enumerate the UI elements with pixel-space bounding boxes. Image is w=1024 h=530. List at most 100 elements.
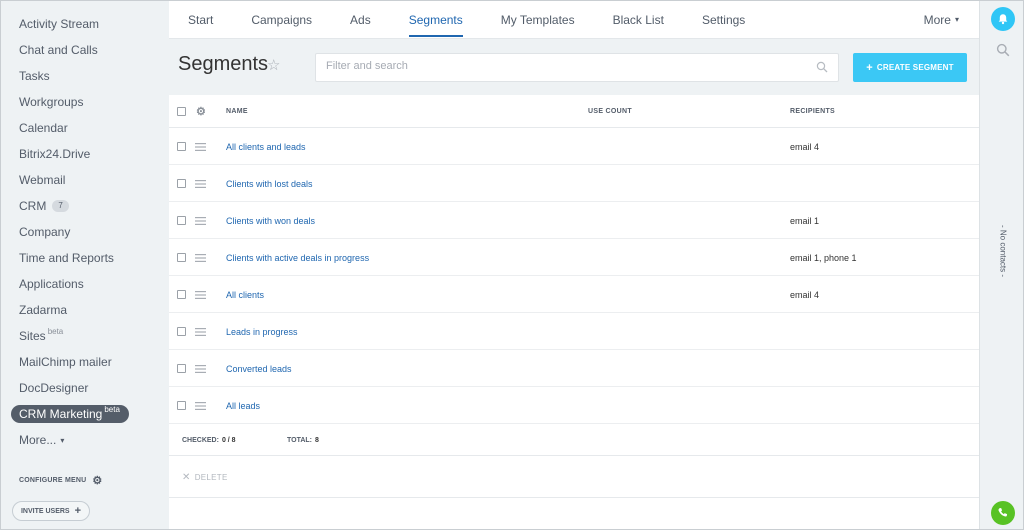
name-cell: All leads	[226, 387, 260, 424]
drag-handle-icon[interactable]	[195, 364, 206, 373]
gear-icon[interactable]: ⚙	[92, 474, 102, 487]
create-segment-label: CREATE SEGMENT	[876, 63, 954, 72]
row-checkbox[interactable]	[177, 179, 186, 188]
segment-name-link[interactable]: All clients	[226, 290, 264, 300]
row-select-cell	[177, 276, 186, 313]
star-icon[interactable]: ☆	[267, 56, 280, 74]
chevron-down-icon: ▾	[954, 15, 959, 24]
sidebar-item-company[interactable]: Company	[1, 219, 169, 245]
sidebar-item-applications[interactable]: Applications	[1, 271, 169, 297]
drag-handle-icon[interactable]	[195, 142, 206, 151]
delete-button[interactable]: ✕ DELETE	[182, 456, 228, 498]
drag-handle-icon[interactable]	[195, 253, 206, 262]
no-contacts-label: - No contacts -	[998, 224, 1008, 278]
tab-black-list[interactable]: Black List	[594, 1, 683, 39]
tab-more[interactable]: More ▾	[905, 1, 979, 39]
column-header-recipients[interactable]: RECIPIENTS	[790, 95, 835, 128]
grid-header: ⚙ NAME USE COUNT RECIPIENTS	[169, 95, 979, 128]
tab-ads[interactable]: Ads	[331, 1, 390, 39]
segment-name-link[interactable]: All leads	[226, 401, 260, 411]
tab-settings[interactable]: Settings	[683, 1, 764, 39]
drag-handle-icon[interactable]	[195, 179, 206, 188]
sidebar-item-crm-marketing[interactable]: CRM Marketing beta	[11, 405, 129, 423]
sidebar-more[interactable]: More... ▾	[1, 427, 169, 453]
name-cell: Clients with active deals in progress	[226, 239, 369, 276]
filter-search-box[interactable]	[315, 53, 839, 82]
page-title: Segments	[178, 53, 269, 75]
sidebar-item-docdesigner[interactable]: DocDesigner	[1, 375, 169, 401]
tab-my-templates[interactable]: My Templates	[482, 1, 594, 39]
column-header-use-count[interactable]: USE COUNT	[588, 95, 632, 128]
row-checkbox[interactable]	[177, 142, 186, 151]
segment-name-link[interactable]: Leads in progress	[226, 327, 298, 337]
group-actions: ✕ DELETE	[169, 456, 979, 498]
search-input[interactable]	[326, 60, 796, 72]
sidebar-item-sites[interactable]: Sites beta	[1, 323, 169, 349]
sidebar-menu: Activity Stream Chat and Calls Tasks Workgr…	[1, 1, 169, 453]
segment-name-link[interactable]: Clients with lost deals	[226, 179, 313, 189]
row-checkbox[interactable]	[177, 216, 186, 225]
gear-icon[interactable]: ⚙	[196, 95, 206, 128]
sidebar-item-bitrix24-drive[interactable]: Bitrix24.Drive	[1, 141, 169, 167]
recipients-cell: email 4	[790, 276, 819, 313]
phone-icon[interactable]	[991, 501, 1015, 525]
name-cell: Leads in progress	[226, 313, 298, 350]
invite-users-button[interactable]: INVITE USERS +	[12, 501, 90, 521]
drag-handle-icon[interactable]	[195, 327, 206, 336]
table-row: All clients email 4	[169, 276, 979, 313]
segment-name-link[interactable]: Converted leads	[226, 364, 292, 374]
row-menu-cell	[195, 165, 206, 202]
configure-menu[interactable]: CONFIGURE MENU ⚙	[19, 474, 102, 487]
grid-footer: CHECKED: 0 / 8 TOTAL: 8	[169, 424, 979, 456]
table-row: Leads in progress	[169, 313, 979, 350]
beta-badge: beta	[104, 404, 120, 414]
sidebar-item-mailchimp-mailer[interactable]: MailChimp mailer	[1, 349, 169, 375]
sidebar-item-zadarma[interactable]: Zadarma	[1, 297, 169, 323]
row-select-cell	[177, 128, 186, 165]
segment-name-link[interactable]: Clients with active deals in progress	[226, 253, 369, 263]
sidebar-item-label: Calendar	[19, 121, 68, 135]
right-rail: - No contacts -	[979, 1, 1023, 529]
segment-name-link[interactable]: All clients and leads	[226, 142, 306, 152]
select-all-checkbox[interactable]	[177, 107, 186, 116]
drag-handle-icon[interactable]	[195, 216, 206, 225]
create-segment-button[interactable]: + CREATE SEGMENT	[853, 53, 967, 82]
sidebar-item-workgroups[interactable]: Workgroups	[1, 89, 169, 115]
sidebar-item-label: CRM	[19, 199, 47, 213]
row-checkbox[interactable]	[177, 290, 186, 299]
tab-segments[interactable]: Segments	[390, 1, 482, 39]
search-icon[interactable]	[816, 61, 828, 73]
sidebar-item-tasks[interactable]: Tasks	[1, 63, 169, 89]
search-icon[interactable]	[996, 43, 1010, 57]
total-count: TOTAL: 8	[287, 424, 319, 456]
drag-handle-icon[interactable]	[195, 290, 206, 299]
column-header-name[interactable]: NAME	[226, 95, 248, 128]
row-checkbox[interactable]	[177, 327, 186, 336]
table-row: Clients with won deals email 1	[169, 202, 979, 239]
segment-name-link[interactable]: Clients with won deals	[226, 216, 315, 226]
sidebar-item-label: Sites	[19, 329, 46, 343]
sidebar-item-calendar[interactable]: Calendar	[1, 115, 169, 141]
sidebar-item-webmail[interactable]: Webmail	[1, 167, 169, 193]
tab-campaigns[interactable]: Campaigns	[232, 1, 331, 39]
toolbar: Segments ☆ + CREATE SEGMENT	[169, 39, 979, 95]
table-row: Clients with active deals in progress ema…	[169, 239, 979, 276]
name-cell: Clients with won deals	[226, 202, 315, 239]
row-menu-cell	[195, 313, 206, 350]
row-checkbox[interactable]	[177, 253, 186, 262]
row-checkbox[interactable]	[177, 401, 186, 410]
row-checkbox[interactable]	[177, 364, 186, 373]
checked-count: CHECKED: 0 / 8	[182, 424, 236, 456]
bell-icon[interactable]	[991, 7, 1015, 31]
sidebar-item-crm[interactable]: CRM 7	[1, 193, 169, 219]
sidebar-item-activity-stream[interactable]: Activity Stream	[1, 11, 169, 37]
tab-start[interactable]: Start	[169, 1, 232, 39]
sidebar-item-time-and-reports[interactable]: Time and Reports	[1, 245, 169, 271]
row-menu-cell	[195, 387, 206, 424]
sidebar-item-chat-and-calls[interactable]: Chat and Calls	[1, 37, 169, 63]
drag-handle-icon[interactable]	[195, 401, 206, 410]
total-label: TOTAL:	[287, 436, 313, 444]
plus-icon: +	[866, 61, 873, 74]
invite-users-label: INVITE USERS	[20, 507, 70, 515]
grid-body: All clients and leads email 4 Clients with…	[169, 128, 979, 424]
